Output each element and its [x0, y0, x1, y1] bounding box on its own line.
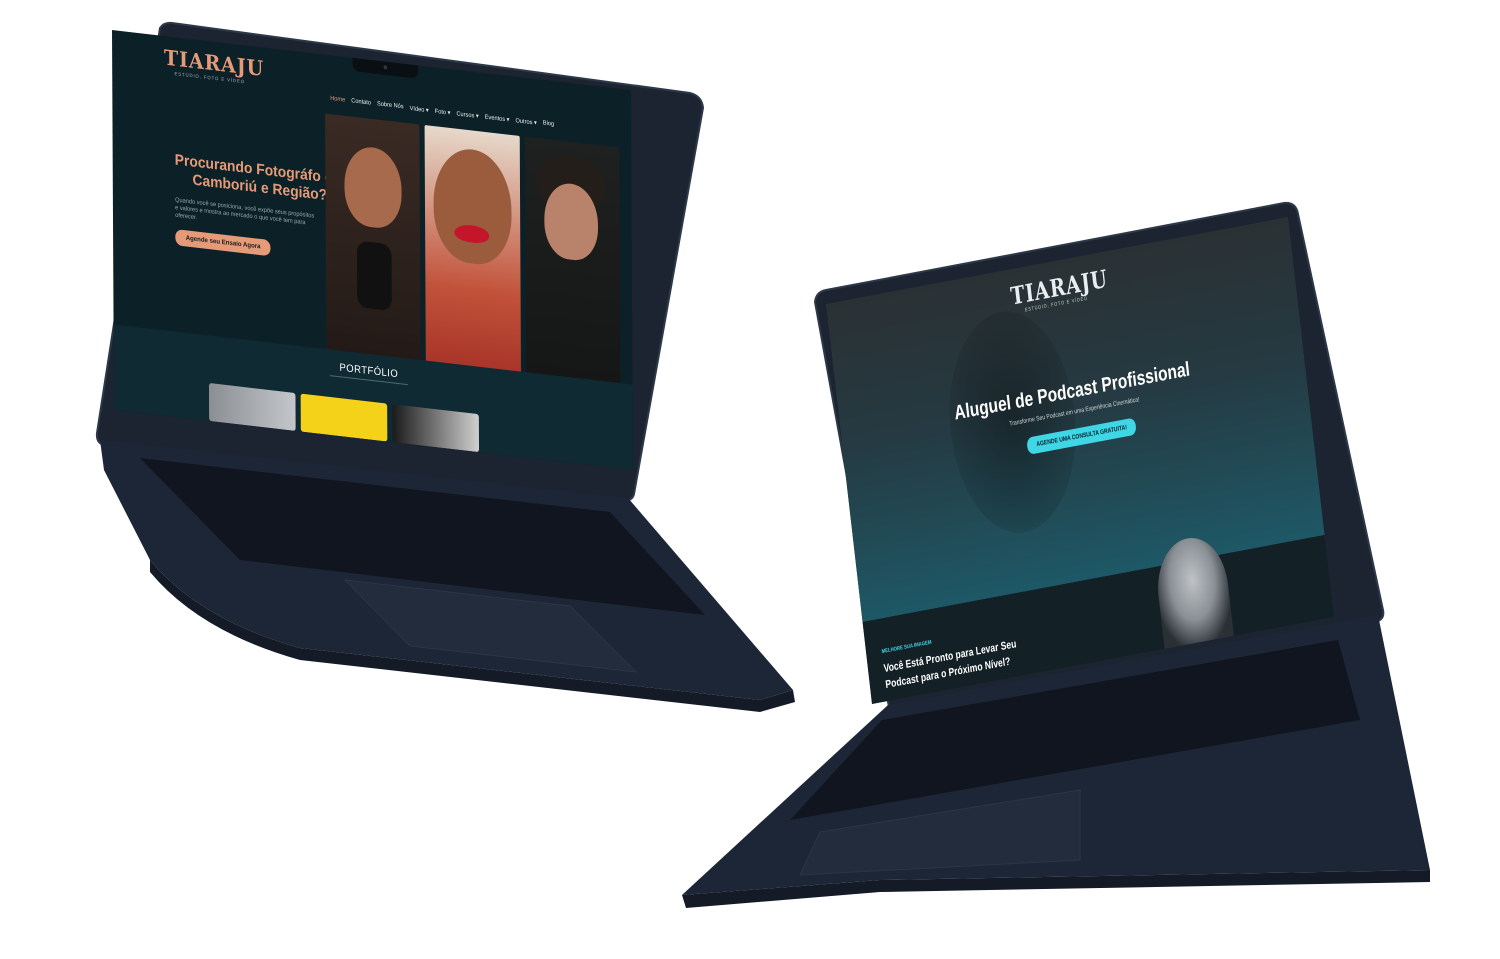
- mockup-stage: TIARAJU ESTÚDIO, FOTO E VÍDEO Home Conta…: [0, 0, 1500, 959]
- laptop-left-screen: TIARAJU ESTÚDIO, FOTO E VÍDEO Home Conta…: [112, 30, 633, 470]
- nav-item-foto[interactable]: Foto ▾: [435, 107, 451, 116]
- portrait-photo-painted-face: [424, 125, 521, 402]
- laptop-left-keyboard: [140, 458, 705, 615]
- nav-item-eventos[interactable]: Eventos ▾: [485, 113, 510, 124]
- nav-item-blog[interactable]: Blog: [543, 120, 554, 129]
- nav-item-contato[interactable]: Contato: [351, 98, 371, 108]
- laptop-left-trackpad: [343, 579, 638, 673]
- nav-item-outros[interactable]: Outros ▾: [515, 117, 536, 126]
- camera-notch: [352, 57, 419, 79]
- nav-item-sobre-nos[interactable]: Sobre Nós: [377, 101, 404, 112]
- laptop-left-deck: [100, 440, 793, 700]
- camera-icon: [383, 65, 388, 70]
- portrait-photo-woman: [325, 113, 422, 391]
- nav-item-video[interactable]: Vídeo ▾: [410, 104, 429, 114]
- nav-item-cursos[interactable]: Cursos ▾: [456, 110, 478, 120]
- laptop-right-trackpad: [799, 789, 1081, 876]
- laptop-left-deck-edge: [150, 560, 795, 712]
- laptop-right-deck-edge: [682, 870, 1430, 908]
- portrait-photo-man: [524, 136, 621, 414]
- hero-text: Quando você se posiciona, você expõe seu…: [175, 196, 315, 227]
- nav-item-home[interactable]: Home: [330, 95, 345, 104]
- laptop-right-screen: TIARAJU ESTÚDIO, FOTO E VÍDEO Aluguel de…: [826, 217, 1334, 704]
- book-session-button[interactable]: Agende seu Ensaio Agora: [175, 229, 271, 257]
